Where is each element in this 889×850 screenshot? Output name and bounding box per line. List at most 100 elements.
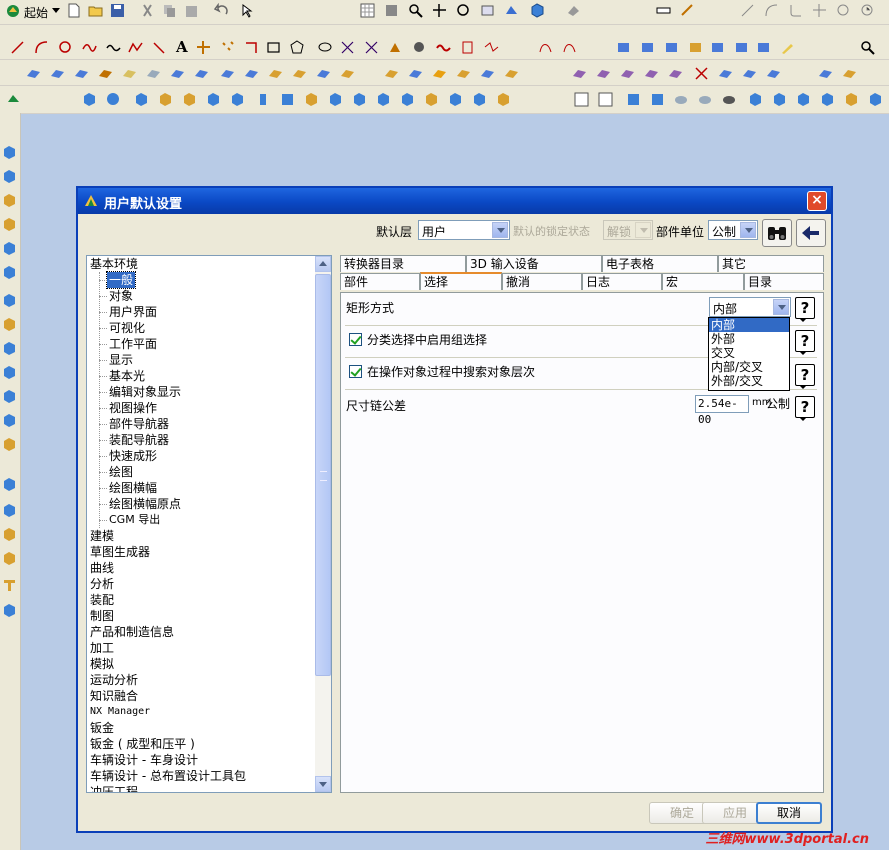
thread-icon[interactable]: [328, 92, 343, 107]
surface-3-icon[interactable]: [74, 66, 89, 81]
surface-7-icon[interactable]: [170, 66, 185, 81]
point-set-icon[interactable]: [220, 40, 235, 55]
nav-icon-12[interactable]: [2, 413, 17, 428]
edit-surface-5-icon[interactable]: [668, 66, 683, 81]
help-button-search-hierarchy[interactable]: ?: [795, 364, 815, 389]
link-icon[interactable]: [698, 92, 713, 107]
view-cube-icon[interactable]: [530, 3, 545, 18]
tab-directory[interactable]: 目录: [744, 273, 824, 290]
spline-icon[interactable]: [82, 40, 97, 55]
tree-node-assembly-navigator[interactable]: 装配导航器: [109, 432, 169, 448]
nav-icon-5[interactable]: [2, 241, 17, 256]
nav-icon-8[interactable]: [2, 317, 17, 332]
tree-node-rapid-proto[interactable]: 快速成形: [109, 448, 157, 464]
nav-icon-6[interactable]: [2, 265, 17, 280]
rect-mode-select[interactable]: 内部: [709, 297, 791, 317]
tree-node-vehicle-body[interactable]: 车辆设计 - 车身设计: [90, 752, 198, 768]
tree-node-assembly[interactable]: 装配: [90, 592, 114, 608]
chevron-down-icon[interactable]: [635, 222, 651, 238]
surface-12-icon[interactable]: [292, 66, 307, 81]
pencil-icon[interactable]: [780, 40, 795, 55]
isoparam-icon[interactable]: [640, 40, 655, 55]
draft-icon[interactable]: [424, 92, 439, 107]
table-icon[interactable]: [574, 92, 589, 107]
edit-surface-3-icon[interactable]: [620, 66, 635, 81]
line-tool-icon[interactable]: [740, 3, 755, 18]
default-layer-select[interactable]: 用户: [418, 220, 510, 240]
start-menu-label[interactable]: 起始: [24, 4, 48, 21]
tree-node-nx-manager[interactable]: NX Manager: [90, 704, 150, 720]
paste-icon[interactable]: [184, 3, 199, 18]
tree-node-machining[interactable]: 加工: [90, 640, 114, 656]
solid-2-icon[interactable]: [772, 92, 787, 107]
surface-11-icon[interactable]: [268, 66, 283, 81]
fillet-tool-icon[interactable]: [788, 3, 803, 18]
nav-icon-15[interactable]: [2, 503, 17, 518]
intersect-icon[interactable]: [364, 40, 379, 55]
surface-8-icon[interactable]: [194, 66, 209, 81]
chevron-down-icon[interactable]: [492, 222, 508, 238]
split-body-icon[interactable]: [472, 92, 487, 107]
save-icon[interactable]: [110, 3, 125, 18]
surface-14-icon[interactable]: [340, 66, 355, 81]
circle-tool-icon[interactable]: [836, 3, 851, 18]
surface-18-icon[interactable]: [456, 66, 471, 81]
surface-icon[interactable]: [26, 66, 41, 81]
layer-icon[interactable]: [384, 3, 399, 18]
wave-curve-icon[interactable]: [106, 40, 121, 55]
surface-curve-icon[interactable]: [734, 40, 749, 55]
search-hierarchy-checkbox[interactable]: [349, 365, 362, 378]
nav-icon-7[interactable]: [2, 293, 17, 308]
project-curve-icon[interactable]: [460, 40, 475, 55]
ruler-icon[interactable]: [656, 3, 671, 18]
line-icon[interactable]: [10, 40, 25, 55]
tree-node-sheet-metal-form[interactable]: 钣金 ( 成型和压平 ): [90, 736, 195, 752]
cancel-button[interactable]: 取消: [756, 802, 822, 824]
chain-tolerance-input[interactable]: 2.54e-00: [695, 395, 749, 426]
tree-node-cgm-export[interactable]: CGM 导出: [109, 512, 160, 528]
feature-icon[interactable]: [6, 92, 21, 107]
groove-icon[interactable]: [304, 92, 319, 107]
group-select-checkbox[interactable]: [349, 333, 362, 346]
chevron-down-icon[interactable]: [773, 299, 789, 315]
undo-icon[interactable]: [214, 3, 229, 18]
chevron-down-icon[interactable]: [740, 222, 756, 238]
tab-macro[interactable]: 宏: [662, 273, 744, 290]
book-icon[interactable]: [626, 92, 641, 107]
tree-node-banner-origin[interactable]: 绘图横幅原点: [109, 496, 181, 512]
surface-15-icon[interactable]: [384, 66, 399, 81]
sphere-icon[interactable]: [158, 92, 173, 107]
dialog-titlebar[interactable]: 用户默认设置 ×: [78, 188, 831, 214]
open-folder-icon[interactable]: [88, 3, 103, 18]
help-button-chain-tolerance[interactable]: ?: [795, 396, 815, 421]
tree-node-sheet-metal[interactable]: 钣金: [90, 720, 114, 736]
rect-mode-option-inside-crossing[interactable]: 内部/交叉: [709, 360, 789, 374]
tab-undo[interactable]: 撤消: [502, 273, 582, 290]
solid-6-icon[interactable]: [868, 92, 883, 107]
instance-icon[interactable]: [496, 92, 511, 107]
arc-tool-icon[interactable]: [764, 3, 779, 18]
tree-scrollbar[interactable]: [315, 256, 331, 792]
trim-body-icon[interactable]: [448, 92, 463, 107]
chamfer-icon[interactable]: [376, 92, 391, 107]
close-button[interactable]: ×: [807, 191, 827, 211]
circle-icon[interactable]: [58, 40, 73, 55]
help-button-rect-mode[interactable]: ?: [795, 297, 815, 322]
tree-node-part-navigator[interactable]: 部件导航器: [109, 416, 169, 432]
edit-surface-icon[interactable]: [572, 66, 587, 81]
nav-icon-10[interactable]: [2, 365, 17, 380]
tree-node-plot[interactable]: 绘图: [109, 464, 133, 480]
table-2-icon[interactable]: [598, 92, 613, 107]
start-app-icon[interactable]: [6, 4, 21, 19]
edit-surface-2-icon[interactable]: [596, 66, 611, 81]
tree-node-root[interactable]: 基本环境: [90, 256, 138, 272]
tree-node-knowledge-fusion[interactable]: 知识融合: [90, 688, 138, 704]
tree-node-pmi[interactable]: 产品和制造信息: [90, 624, 174, 640]
polyline-icon[interactable]: [128, 40, 143, 55]
surface-16-icon[interactable]: [408, 66, 423, 81]
pan-icon[interactable]: [432, 3, 447, 18]
scroll-thumb[interactable]: [315, 274, 331, 676]
edit-surface-6-icon[interactable]: [718, 66, 733, 81]
tree-node-drafting[interactable]: 制图: [90, 608, 114, 624]
solid-4-icon[interactable]: [820, 92, 835, 107]
